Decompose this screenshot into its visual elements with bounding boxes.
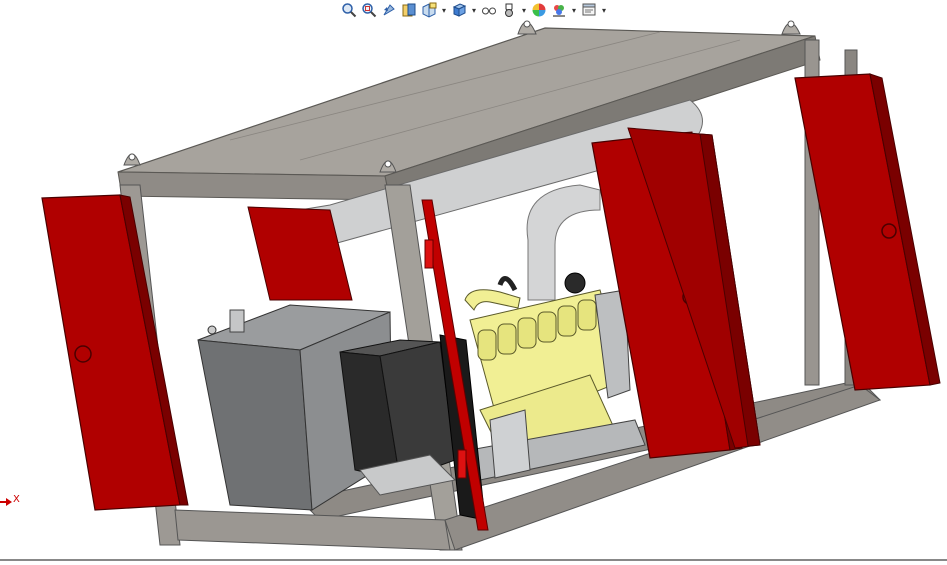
- canopy-roof-front-edge: [117, 171, 391, 201]
- annotation-view-icon[interactable]: [420, 1, 438, 19]
- hide-show-dropdown[interactable]: ▾: [520, 1, 528, 19]
- tank-fitting-icon: [207, 325, 217, 335]
- fuel-tank-front[interactable]: [197, 339, 313, 511]
- graphics-area[interactable]: [0, 0, 947, 561]
- previous-view-icon[interactable]: [380, 1, 398, 19]
- view-orientation-icon[interactable]: [450, 1, 468, 19]
- annotation-view-dropdown[interactable]: ▾: [440, 1, 448, 19]
- triad-x-axis-label: X: [13, 494, 20, 505]
- scene-icon[interactable]: [550, 1, 568, 19]
- zoom-to-fit-icon[interactable]: [340, 1, 358, 19]
- turbo-icon: [564, 272, 586, 294]
- heads-up-view-toolbar: ▾ ▾ ▾ ▾ ▾: [340, 0, 608, 20]
- display-style-icon[interactable]: [480, 1, 498, 19]
- section-view-icon[interactable]: [400, 1, 418, 19]
- intake-pipe: [464, 289, 521, 311]
- door-hinge-icon: [424, 239, 434, 269]
- engine-bracket: [489, 409, 531, 479]
- model-canvas[interactable]: [0, 0, 947, 561]
- base-frame-front: [174, 509, 451, 551]
- hose: [497, 276, 518, 292]
- exhaust-pipe[interactable]: [526, 184, 601, 301]
- door-hinge-icon: [457, 449, 467, 479]
- filler-cap-icon: [229, 309, 245, 333]
- scene-dropdown[interactable]: ▾: [570, 1, 578, 19]
- appearance-icon[interactable]: [530, 1, 548, 19]
- view-settings-dropdown[interactable]: ▾: [600, 1, 608, 19]
- zoom-to-area-icon[interactable]: [360, 1, 378, 19]
- view-orientation-dropdown[interactable]: ▾: [470, 1, 478, 19]
- hide-show-icon[interactable]: [500, 1, 518, 19]
- view-settings-icon[interactable]: [580, 1, 598, 19]
